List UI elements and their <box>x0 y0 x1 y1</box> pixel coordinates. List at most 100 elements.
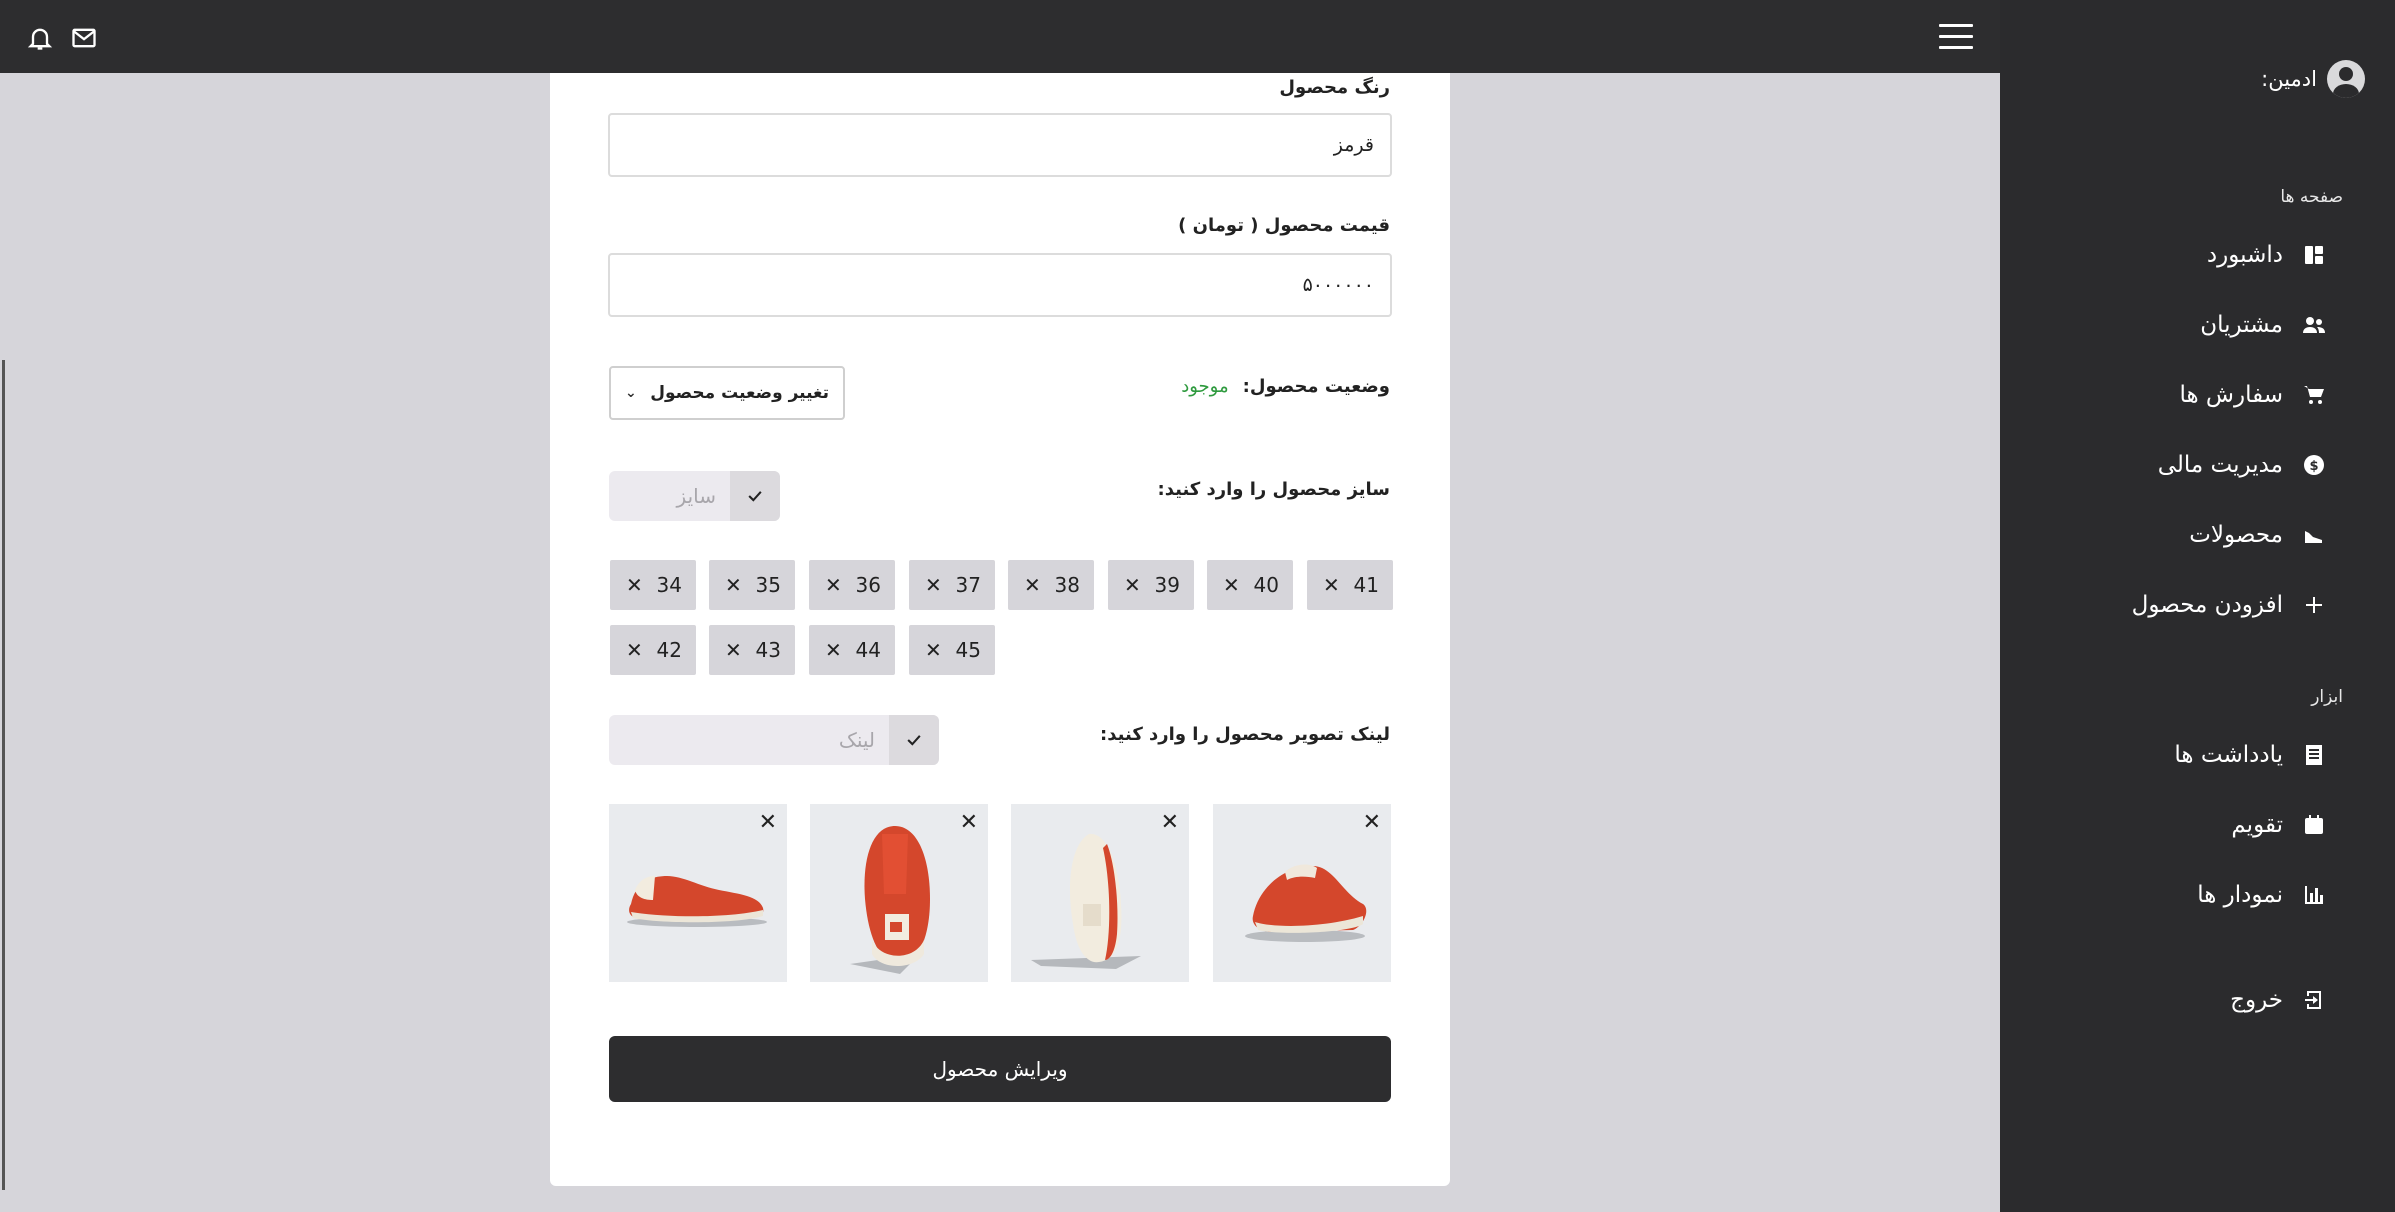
sidebar-item-label: خروج <box>2230 987 2283 1013</box>
sidebar-item-add-product[interactable]: افزودن محصول <box>2132 592 2327 618</box>
image-link-input-group: لینک <box>609 715 939 765</box>
sidebar: ادمین: صفحه ها داشبورد مشتریان سفارش ها … <box>2000 0 2395 1212</box>
remove-image-icon[interactable]: ✕ <box>960 810 978 835</box>
sidebar-item-dashboard[interactable]: داشبورد <box>2207 242 2327 268</box>
remove-size-icon[interactable]: ✕ <box>925 638 942 662</box>
size-value: 34 <box>656 573 682 597</box>
tools-section-label: ابزار <box>2311 687 2343 707</box>
remove-image-icon[interactable]: ✕ <box>759 810 777 835</box>
edit-product-button[interactable]: ویرایش محصول <box>609 1036 1391 1102</box>
chevron-down-icon: ⌄ <box>625 385 637 401</box>
mail-icon[interactable] <box>70 24 98 52</box>
size-input[interactable]: سایز <box>609 471 730 521</box>
remove-size-icon[interactable]: ✕ <box>1024 573 1041 597</box>
size-value: 37 <box>955 573 981 597</box>
product-image: ✕ <box>1213 804 1391 982</box>
user-avatar-icon <box>2327 60 2365 98</box>
bell-icon[interactable] <box>26 24 54 52</box>
sidebar-item-label: مدیریت مالی <box>2157 452 2283 478</box>
remove-image-icon[interactable]: ✕ <box>1363 810 1381 835</box>
sidebar-item-calendar[interactable]: تقویم <box>2231 812 2327 838</box>
sidebar-item-charts[interactable]: نمودار ها <box>2197 882 2327 908</box>
size-tag: ✕ 35 <box>709 560 795 610</box>
size-tag: ✕ 37 <box>909 560 995 610</box>
plus-icon <box>2301 592 2327 618</box>
add-size-button[interactable] <box>730 471 780 521</box>
remove-image-icon[interactable]: ✕ <box>1161 810 1179 835</box>
size-value: 41 <box>1353 573 1379 597</box>
product-image: ✕ <box>810 804 988 982</box>
admin-label: ادمین: <box>2261 67 2317 91</box>
image-link-label: لینک تصویر محصول را وارد کنید: <box>1100 724 1390 745</box>
size-label: سایز محصول را وارد کنید: <box>1157 479 1391 500</box>
size-value: 38 <box>1054 573 1080 597</box>
status-select-label: تغییر وضعیت محصول <box>650 383 829 403</box>
price-input[interactable]: ۵۰۰۰۰۰۰ <box>608 253 1392 317</box>
product-image: ✕ <box>609 804 787 982</box>
price-label: قیمت محصول ( تومان ) <box>1178 215 1390 236</box>
pages-section-label: صفحه ها <box>2280 187 2343 207</box>
sidebar-item-label: مشتریان <box>2200 312 2283 338</box>
size-tag: ✕ 42 <box>610 625 696 675</box>
color-input[interactable]: قرمز <box>608 113 1392 177</box>
sidebar-item-label: افزودن محصول <box>2131 592 2283 618</box>
sidebar-item-logout[interactable]: خروج <box>2230 987 2327 1013</box>
color-label: رنگ محصول <box>1279 77 1390 98</box>
size-value: 39 <box>1154 573 1180 597</box>
remove-size-icon[interactable]: ✕ <box>925 573 942 597</box>
size-input-group: سایز <box>609 471 780 521</box>
remove-size-icon[interactable]: ✕ <box>626 573 643 597</box>
size-tag: ✕ 38 <box>1008 560 1094 610</box>
status-value: موجود <box>1181 376 1229 397</box>
scrollbar[interactable] <box>2 360 5 1190</box>
sidebar-item-products[interactable]: محصولات <box>2189 522 2327 548</box>
sidebar-item-finance[interactable]: $ مدیریت مالی <box>2158 452 2327 478</box>
sidebar-item-orders[interactable]: سفارش ها <box>2179 382 2327 408</box>
remove-size-icon[interactable]: ✕ <box>725 573 742 597</box>
chart-icon <box>2301 882 2327 908</box>
sidebar-item-notes[interactable]: یادداشت ها <box>2174 742 2327 768</box>
size-tag: ✕ 36 <box>809 560 895 610</box>
remove-size-icon[interactable]: ✕ <box>1124 573 1141 597</box>
add-image-button[interactable] <box>889 715 939 765</box>
size-tag: ✕ 40 <box>1207 560 1293 610</box>
sidebar-item-label: نمودار ها <box>2197 882 2283 908</box>
check-icon <box>748 491 762 502</box>
notes-icon <box>2301 742 2327 768</box>
sidebar-item-customers[interactable]: مشتریان <box>2200 312 2327 338</box>
shoe-icon <box>2301 522 2327 548</box>
size-tag: ✕ 44 <box>809 625 895 675</box>
edit-product-form: رنگ محصول قرمز قیمت محصول ( تومان ) ۵۰۰۰… <box>550 73 1450 1186</box>
status-select[interactable]: تغییر وضعیت محصول ⌄ <box>609 366 845 420</box>
sidebar-item-label: سفارش ها <box>2179 382 2283 408</box>
remove-size-icon[interactable]: ✕ <box>1323 573 1340 597</box>
size-value: 36 <box>855 573 881 597</box>
menu-toggle-button[interactable] <box>1939 24 1973 50</box>
status-label: وضعیت محصول: <box>1242 376 1390 397</box>
remove-size-icon[interactable]: ✕ <box>626 638 643 662</box>
svg-text:$: $ <box>2309 459 2318 474</box>
cart-icon <box>2301 382 2327 408</box>
size-tag: ✕ 34 <box>610 560 696 610</box>
remove-size-icon[interactable]: ✕ <box>725 638 742 662</box>
remove-size-icon[interactable]: ✕ <box>825 638 842 662</box>
product-image: ✕ <box>1011 804 1189 982</box>
size-value: 45 <box>955 638 981 662</box>
size-value: 43 <box>755 638 781 662</box>
remove-size-icon[interactable]: ✕ <box>825 573 842 597</box>
size-value: 35 <box>755 573 781 597</box>
dashboard-icon <box>2301 242 2327 268</box>
size-value: 42 <box>656 638 682 662</box>
admin-profile[interactable]: ادمین: <box>2261 60 2365 98</box>
status-row: وضعیت محصول: موجود <box>1181 376 1390 397</box>
remove-size-icon[interactable]: ✕ <box>1223 573 1240 597</box>
sidebar-item-label: داشبورد <box>2206 242 2283 268</box>
size-tag: ✕ 39 <box>1108 560 1194 610</box>
sidebar-item-label: محصولات <box>2189 522 2283 548</box>
dollar-icon: $ <box>2301 452 2327 478</box>
size-tag: ✕ 41 <box>1307 560 1393 610</box>
size-tag: ✕ 45 <box>909 625 995 675</box>
sidebar-item-label: یادداشت ها <box>2174 742 2283 768</box>
image-link-input[interactable]: لینک <box>609 715 889 765</box>
size-tag: ✕ 43 <box>709 625 795 675</box>
